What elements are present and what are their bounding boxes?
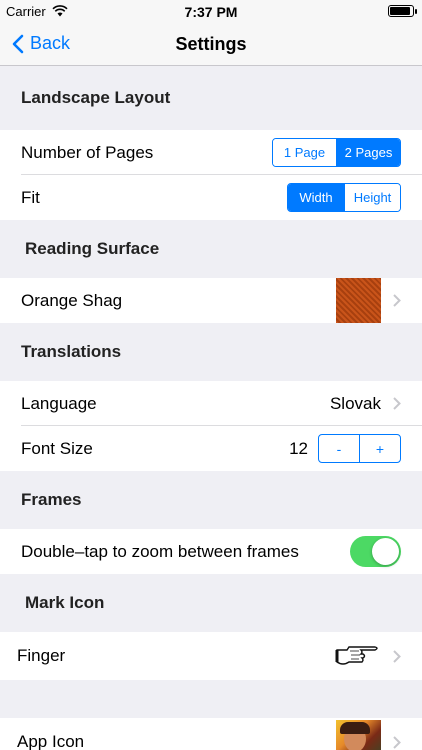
section-header-reading-surface: Reading Surface xyxy=(25,239,160,258)
status-time: 7:37 PM xyxy=(184,4,238,20)
app-icon-row[interactable]: App Icon xyxy=(0,718,422,750)
font-size-label: Font Size xyxy=(21,438,93,458)
double-tap-toggle[interactable] xyxy=(350,536,401,567)
font-size-row: Font Size 12 - + xyxy=(0,426,422,471)
navigation-bar: Back Settings xyxy=(0,24,422,66)
page-title: Settings xyxy=(175,34,247,54)
font-size-value: 12 xyxy=(289,438,308,458)
reading-surface-label: Orange Shag xyxy=(21,290,123,310)
chevron-right-icon xyxy=(393,735,401,749)
language-label: Language xyxy=(21,393,97,413)
pages-segmented-control: 1 Page 2 Pages xyxy=(272,138,401,167)
section-header-mark-icon: Mark Icon xyxy=(25,593,105,612)
fit-row: Fit Width Height xyxy=(0,175,422,220)
double-tap-row: Double–tap to zoom between frames xyxy=(0,529,422,574)
toggle-knob xyxy=(372,538,399,565)
app-icon-thumbnail xyxy=(336,719,381,750)
status-bar: Carrier 7:37 PM xyxy=(0,0,422,24)
fit-label: Fit xyxy=(21,187,40,207)
chevron-right-icon xyxy=(393,397,401,410)
mark-icon-row[interactable]: Finger xyxy=(0,632,422,680)
chevron-right-icon xyxy=(393,649,401,663)
section-header-translations: Translations xyxy=(21,342,122,361)
increment-button[interactable]: + xyxy=(359,435,400,462)
segment-2-pages[interactable]: 2 Pages xyxy=(336,139,400,166)
orange-shag-swatch xyxy=(336,278,381,323)
language-value: Slovak xyxy=(329,393,381,413)
number-of-pages-label: Number of Pages xyxy=(21,142,154,162)
app-icon-label: App Icon xyxy=(17,732,85,750)
mark-icon-label: Finger xyxy=(17,646,66,665)
segment-height[interactable]: Height xyxy=(344,184,400,211)
reading-surface-row[interactable]: Orange Shag xyxy=(0,278,422,323)
font-size-stepper: - + xyxy=(318,434,401,463)
segment-1-page[interactable]: 1 Page xyxy=(273,139,336,166)
fit-segmented-control: Width Height xyxy=(287,183,401,212)
language-row[interactable]: Language Slovak xyxy=(0,381,422,426)
section-header-landscape: Landscape Layout xyxy=(21,88,171,107)
section-header-frames: Frames xyxy=(21,490,82,509)
battery-icon xyxy=(388,5,417,17)
chevron-right-icon xyxy=(393,294,401,307)
segment-width[interactable]: Width xyxy=(288,184,344,211)
double-tap-label: Double–tap to zoom between frames xyxy=(21,541,299,561)
number-of-pages-row: Number of Pages 1 Page 2 Pages xyxy=(0,130,422,175)
decrement-button[interactable]: - xyxy=(319,435,359,462)
settings-list: Landscape Layout Number of Pages 1 Page … xyxy=(0,66,422,750)
pointing-hand-icon xyxy=(335,646,378,665)
battery-level xyxy=(390,7,410,15)
